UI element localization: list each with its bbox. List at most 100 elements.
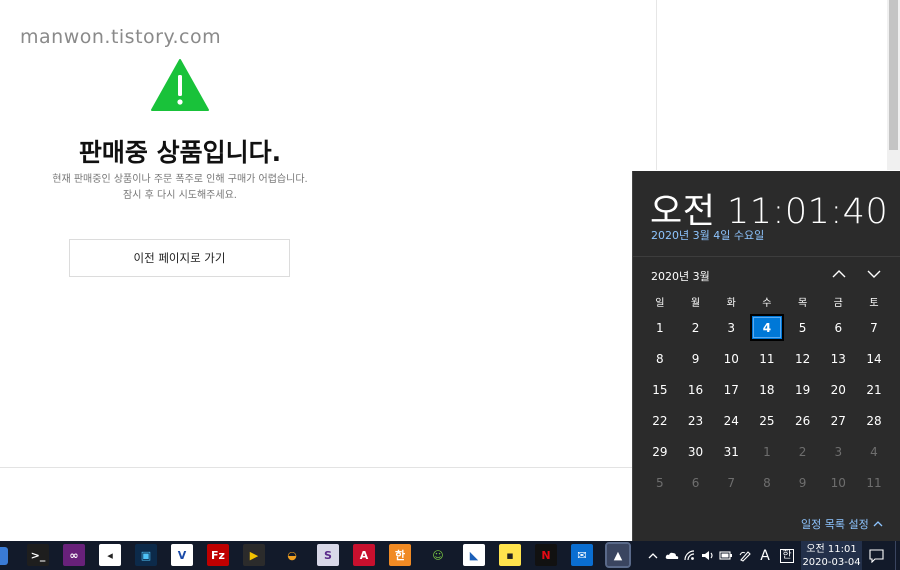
calendar-day[interactable]: 4 xyxy=(856,436,892,467)
weekday-header: 일월화수목금토 xyxy=(642,294,892,312)
calendar-day[interactable]: 3 xyxy=(713,312,749,343)
calendar-day[interactable]: 1 xyxy=(642,312,678,343)
calendar-day[interactable]: 7 xyxy=(856,312,892,343)
calendar-day[interactable]: 31 xyxy=(713,436,749,467)
previous-month-icon[interactable] xyxy=(831,267,847,281)
agenda-settings-label: 일정 목록 설정 xyxy=(801,518,869,531)
month-label[interactable]: 2020년 3월 xyxy=(651,268,710,284)
calendar-day[interactable]: 20 xyxy=(820,374,856,405)
calendar-day[interactable]: 19 xyxy=(785,374,821,405)
hwp-icon[interactable]: 한 xyxy=(389,544,411,566)
calendar-day[interactable]: 5 xyxy=(785,312,821,343)
calendar-day[interactable]: 28 xyxy=(856,405,892,436)
calendar-day[interactable]: 29 xyxy=(642,436,678,467)
calendar-day[interactable]: 10 xyxy=(820,467,856,498)
weekday-label: 일 xyxy=(655,298,665,309)
calendar-day[interactable]: 1 xyxy=(749,436,785,467)
pen-workspace-icon[interactable] xyxy=(737,541,753,570)
calendar-day[interactable]: 10 xyxy=(713,343,749,374)
volume-icon[interactable] xyxy=(700,541,716,570)
globe-app-icon[interactable]: ◒ xyxy=(281,544,303,566)
show-hidden-icons-icon[interactable] xyxy=(646,541,660,570)
calendar-day[interactable]: 22 xyxy=(642,405,678,436)
filezilla-icon[interactable]: Fz xyxy=(207,544,229,566)
calendar-day[interactable]: 18 xyxy=(749,374,785,405)
acrobat-icon[interactable]: A xyxy=(353,544,375,566)
terminal-app-icon[interactable]: >_ xyxy=(27,544,49,566)
battery-icon[interactable] xyxy=(718,541,734,570)
calendar-week-row: 15 16 17 18 19 20 21 xyxy=(642,374,892,405)
calendar-week-row: 1234567 xyxy=(642,312,892,343)
notice-description: 현재 판매중인 상품이나 주문 폭주로 인해 구매가 어렵습니다. 잠시 후 다… xyxy=(0,172,360,204)
content-divider-vertical xyxy=(656,0,657,170)
weekday-label: 토 xyxy=(869,298,879,309)
calendar-week-row: 29 30 31 1 2 3 4 xyxy=(642,436,892,467)
netflix-icon[interactable]: N xyxy=(535,544,557,566)
calendar-day[interactable]: 7 xyxy=(713,467,749,498)
mail-icon[interactable]: ✉ xyxy=(571,544,593,566)
calendar-day[interactable]: 2 xyxy=(678,312,714,343)
calendar-day[interactable]: 3 xyxy=(820,436,856,467)
sticky-notes-icon[interactable]: ▪ xyxy=(499,544,521,566)
calendar-day[interactable]: 11 xyxy=(856,467,892,498)
calendar-day[interactable]: 24 xyxy=(713,405,749,436)
chevron-up-icon xyxy=(873,521,883,527)
calendar-day[interactable]: 9 xyxy=(785,467,821,498)
frog-app-icon[interactable]: ☺ xyxy=(427,544,449,566)
notice-title: 판매중 상품입니다. xyxy=(78,138,282,167)
weekday-label: 목 xyxy=(797,298,808,309)
calendar-day[interactable]: 14 xyxy=(856,343,892,374)
vector-app-icon[interactable]: V xyxy=(171,544,193,566)
wifi-icon[interactable] xyxy=(682,541,698,570)
calendar-day[interactable]: 16 xyxy=(678,374,714,405)
drawing-app-icon[interactable]: ◣ xyxy=(463,544,485,566)
onedrive-icon[interactable] xyxy=(664,541,680,570)
calendar-day[interactable]: 8 xyxy=(749,467,785,498)
taskbar-clock-date: 2020-03-04 xyxy=(802,557,861,568)
calendar-day[interactable]: 15 xyxy=(642,374,678,405)
notice-desc-line2: 잠시 후 다시 시도해주세요. xyxy=(123,190,237,201)
calendar-day[interactable]: 6 xyxy=(820,312,856,343)
calendar-day[interactable]: 23 xyxy=(678,405,714,436)
s-app-icon[interactable]: S xyxy=(317,544,339,566)
taskbar-clock-time: 오전 11:01 xyxy=(806,544,857,555)
taskbar-clock[interactable]: 오전 11:01 2020-03-04 xyxy=(801,541,862,570)
calendar-day[interactable]: 25 xyxy=(749,405,785,436)
scrollbar-thumb[interactable] xyxy=(889,0,898,150)
weekday-label: 화 xyxy=(726,298,736,309)
calendar-day[interactable]: 13 xyxy=(820,343,856,374)
ime-mode-indicator[interactable]: 한 xyxy=(778,541,796,570)
visual-studio-icon[interactable]: ∞ xyxy=(63,544,85,566)
full-date-link[interactable]: 2020년 3월 4일 수요일 xyxy=(651,227,764,243)
calendar-day-today[interactable]: 4 xyxy=(750,314,784,341)
action-center-icon[interactable] xyxy=(863,541,889,570)
calendar-day[interactable]: 5 xyxy=(642,467,678,498)
calendar-day[interactable]: 12 xyxy=(785,343,821,374)
warning-icon xyxy=(151,59,209,111)
capture-tool-icon[interactable]: ◂ xyxy=(99,544,121,566)
input-language-indicator[interactable]: A xyxy=(757,541,773,570)
media-player-icon[interactable]: ▶ xyxy=(243,544,265,566)
calendar-day[interactable]: 8 xyxy=(642,343,678,374)
calendar-week-row: 8 9 10 11 12 13 14 xyxy=(642,343,892,374)
show-desktop-button[interactable] xyxy=(895,541,900,570)
ime-mode-label: 한 xyxy=(780,548,794,563)
next-month-icon[interactable] xyxy=(866,267,882,281)
calendar-day[interactable]: 21 xyxy=(856,374,892,405)
photos-icon[interactable]: ▲ xyxy=(605,542,631,568)
calendar-day[interactable]: 9 xyxy=(678,343,714,374)
calendar-day[interactable]: 6 xyxy=(678,467,714,498)
video-editor-icon[interactable]: ▣ xyxy=(135,544,157,566)
partial-taskbar-icon[interactable] xyxy=(0,541,8,570)
calendar-day[interactable]: 26 xyxy=(785,405,821,436)
weekday-label: 수 xyxy=(762,298,772,309)
calendar-day[interactable]: 30 xyxy=(678,436,714,467)
calendar-day[interactable]: 17 xyxy=(713,374,749,405)
calendar-flyout: 오전 11:01:40 2020년 3월 4일 수요일 2020년 3월 일월화… xyxy=(632,171,900,541)
calendar-week-row: 22 23 24 25 26 27 28 xyxy=(642,405,892,436)
calendar-day[interactable]: 27 xyxy=(820,405,856,436)
back-button[interactable]: 이전 페이지로 가기 xyxy=(69,239,290,277)
agenda-settings-link[interactable]: 일정 목록 설정 xyxy=(801,516,883,532)
calendar-day[interactable]: 2 xyxy=(785,436,821,467)
calendar-day[interactable]: 11 xyxy=(749,343,785,374)
